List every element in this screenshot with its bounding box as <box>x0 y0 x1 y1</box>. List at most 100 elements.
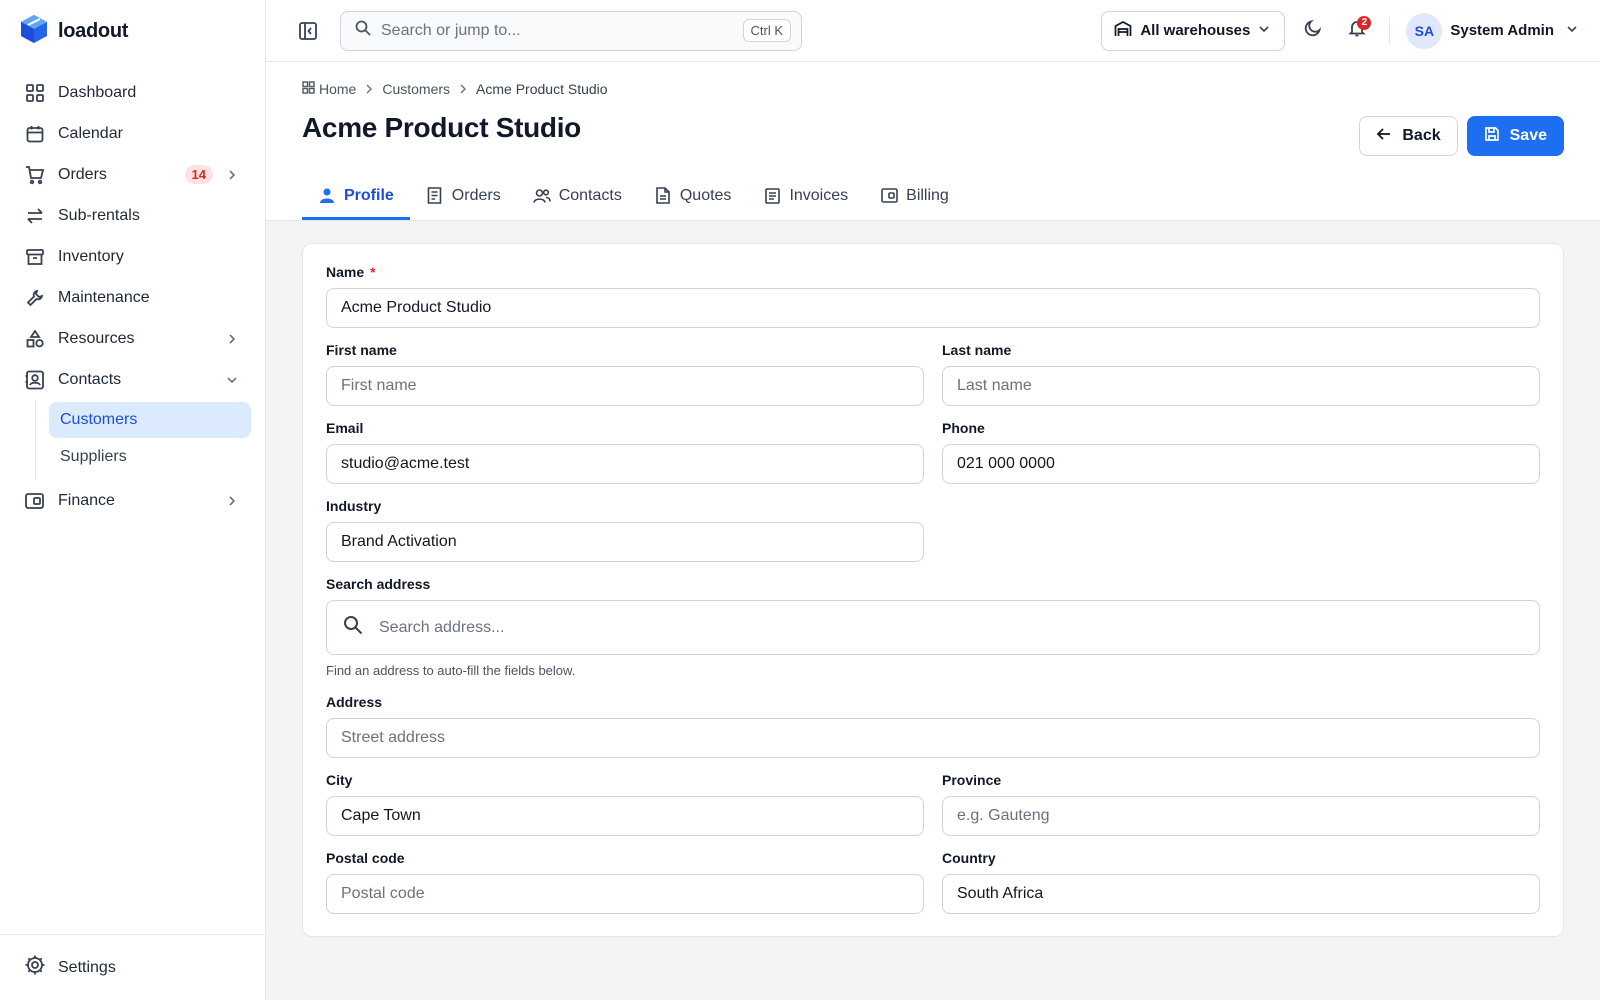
calendar-icon <box>24 123 46 145</box>
search-shortcut-hint: Ctrl K <box>742 19 791 42</box>
last-name-input[interactable]: Last name <box>942 366 1540 406</box>
shapes-icon <box>24 328 46 350</box>
orders-count-badge: 14 <box>184 165 213 184</box>
cube-logo-icon <box>20 14 48 49</box>
sidebar-item-customers[interactable]: Customers <box>49 402 251 438</box>
sidebar-item-sub-rentals[interactable]: Sub-rentals <box>0 195 265 236</box>
sidebar-item-finance[interactable]: Finance <box>0 480 265 521</box>
back-button[interactable]: Back <box>1359 116 1458 156</box>
sidebar-item-label: Maintenance <box>58 288 150 306</box>
global-search-input[interactable]: Search or jump to... Ctrl K <box>340 10 802 51</box>
warehouse-select[interactable]: All warehouses <box>1101 10 1286 51</box>
dark-mode-toggle[interactable] <box>1297 15 1329 47</box>
first-name-field-group: First name First name <box>326 342 924 406</box>
email-input[interactable]: studio@acme.test <box>326 444 924 484</box>
city-label: City <box>326 772 353 788</box>
search-address-field-group: Search address Search address... Find an… <box>326 576 1540 678</box>
sidebar-item-label: Inventory <box>58 247 124 265</box>
phone-input[interactable]: 021 000 0000 <box>942 444 1540 484</box>
first-name-input[interactable]: First name <box>326 366 924 406</box>
contacts-subnav: Customers Suppliers <box>35 400 251 480</box>
sidebar-item-contacts[interactable]: Contacts <box>0 359 265 400</box>
country-input[interactable]: South Africa <box>942 874 1540 914</box>
tab-quotes[interactable]: Quotes <box>638 174 748 220</box>
province-label: Province <box>942 772 1002 788</box>
users-icon <box>532 187 551 205</box>
breadcrumb-customers[interactable]: Customers <box>382 81 450 97</box>
search-icon <box>355 20 371 41</box>
contact-card-icon <box>24 369 46 391</box>
tab-billing[interactable]: Billing <box>864 174 965 220</box>
postal-row: Postal code Postal code Country South Af… <box>326 850 1540 914</box>
sidebar-item-label: Dashboard <box>58 83 137 101</box>
warehouse-icon <box>1114 20 1132 42</box>
search-placeholder: Search or jump to... <box>381 21 521 39</box>
required-marker: * <box>370 264 376 280</box>
save-button[interactable]: Save <box>1466 116 1564 156</box>
email-field-group: Email studio@acme.test <box>326 420 924 484</box>
tab-label: Quotes <box>679 186 732 204</box>
breadcrumb-home[interactable]: Home <box>319 81 356 97</box>
tab-profile[interactable]: Profile <box>302 174 410 220</box>
name-row: First name First name Last name Last nam… <box>326 342 1540 420</box>
name-input[interactable]: Acme Product Studio <box>326 288 1540 328</box>
tab-orders[interactable]: Orders <box>410 174 517 220</box>
sidebar-item-calendar[interactable]: Calendar <box>0 113 265 154</box>
sidebar-item-settings[interactable]: Settings <box>0 934 265 1000</box>
sidebar-item-dashboard[interactable]: Dashboard <box>0 72 265 113</box>
wallet-icon <box>24 490 46 512</box>
invoice-icon <box>763 187 781 205</box>
address-label: Address <box>326 694 383 710</box>
tab-label: Profile <box>344 186 394 204</box>
name-label: Name * <box>326 264 1540 280</box>
chevron-down-icon <box>1566 22 1578 40</box>
content-area: Name * Acme Product Studio First name Fir… <box>266 221 1600 937</box>
gear-icon <box>24 954 46 981</box>
tab-contacts[interactable]: Contacts <box>517 174 638 220</box>
tab-label: Billing <box>906 186 949 204</box>
sidebar-item-maintenance[interactable]: Maintenance <box>0 277 265 318</box>
chevron-right-icon <box>364 81 374 97</box>
arrows-icon <box>24 205 46 227</box>
province-input[interactable]: e.g. Gauteng <box>942 796 1540 836</box>
search-address-input[interactable]: Search address... <box>326 600 1540 655</box>
search-icon <box>343 615 363 640</box>
postal-code-input[interactable]: Postal code <box>326 874 924 914</box>
first-name-label: First name <box>326 342 397 358</box>
tab-invoices[interactable]: Invoices <box>747 174 864 220</box>
chevron-right-icon <box>225 168 239 182</box>
breadcrumb: Home Customers Acme Product Studio <box>302 80 1564 98</box>
sidebar-item-suppliers[interactable]: Suppliers <box>49 439 251 475</box>
tab-label: Invoices <box>789 186 849 204</box>
customer-tabs: Profile Orders Contacts Quotes Invoices <box>302 174 1564 220</box>
province-field-group: Province e.g. Gauteng <box>942 772 1540 836</box>
last-name-label: Last name <box>942 342 1012 358</box>
archive-icon <box>24 246 46 268</box>
industry-label: Industry <box>326 498 382 514</box>
postal-code-field-group: Postal code Postal code <box>326 850 924 914</box>
brand-name: loadout <box>58 19 129 42</box>
floppy-disk-icon <box>1484 126 1500 147</box>
avatar: SA <box>1406 12 1443 49</box>
receipt-icon <box>426 187 444 205</box>
street-address-input[interactable]: Street address <box>326 718 1540 758</box>
postal-code-label: Postal code <box>326 850 405 866</box>
industry-input[interactable]: Brand Activation <box>326 522 924 562</box>
sidebar-item-inventory[interactable]: Inventory <box>0 236 265 277</box>
notifications-button[interactable]: 2 <box>1341 15 1373 47</box>
grid-icon <box>24 82 46 104</box>
user-menu[interactable]: SA System Admin <box>1406 12 1578 49</box>
tab-label: Orders <box>451 186 501 204</box>
sidebar-toggle-icon[interactable] <box>292 15 324 47</box>
moon-icon <box>1304 19 1322 42</box>
email-label: Email <box>326 420 364 436</box>
arrow-left-icon <box>1376 126 1392 147</box>
sidebar-item-label: Contacts <box>58 370 122 388</box>
brand[interactable]: loadout <box>0 0 265 62</box>
sidebar-nav: Dashboard Calendar Orders 14 Sub-rentals… <box>0 62 265 521</box>
country-field-group: Country South Africa <box>942 850 1540 914</box>
sidebar-item-resources[interactable]: Resources <box>0 318 265 359</box>
chevron-right-icon <box>225 332 239 346</box>
sidebar-item-orders[interactable]: Orders 14 <box>0 154 265 195</box>
city-input[interactable]: Cape Town <box>326 796 924 836</box>
